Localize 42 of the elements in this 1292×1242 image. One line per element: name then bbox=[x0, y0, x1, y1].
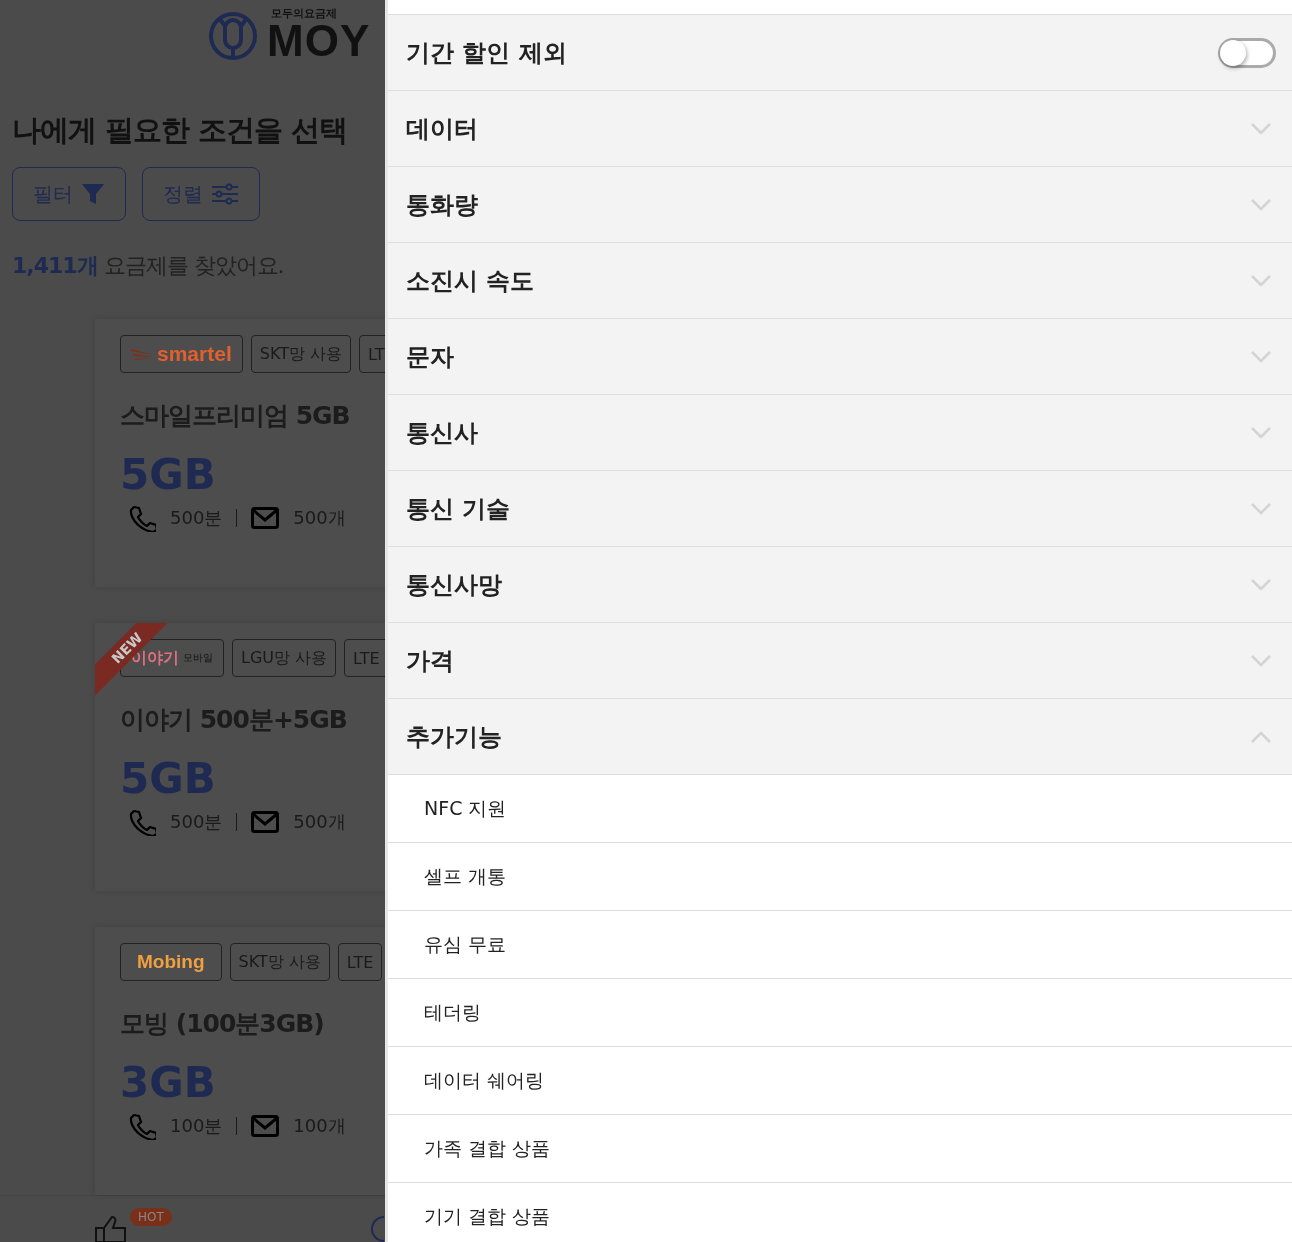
filter-section[interactable]: 통신사망 bbox=[388, 547, 1292, 623]
chevron-down-icon bbox=[1250, 197, 1272, 212]
filter-section[interactable]: 가격 bbox=[388, 623, 1292, 699]
chevron-down-icon bbox=[1250, 653, 1272, 668]
logo-wordmark: MOY bbox=[267, 19, 371, 63]
chevron-down-icon bbox=[1250, 349, 1272, 364]
option-item[interactable]: 데이터 쉐어링 bbox=[388, 1047, 1292, 1115]
filter-section[interactable]: 소진시 속도 bbox=[388, 243, 1292, 319]
mail-icon bbox=[251, 811, 280, 834]
filter-section[interactable]: 통신 기술 bbox=[388, 471, 1292, 547]
filter-section[interactable]: 문자 bbox=[388, 319, 1292, 395]
option-item[interactable]: 테더링 bbox=[388, 979, 1292, 1047]
chevron-down-icon bbox=[1250, 273, 1272, 288]
filter-section[interactable]: 데이터 bbox=[388, 91, 1292, 167]
option-item[interactable]: 가족 결합 상품 bbox=[388, 1115, 1292, 1183]
chevron-up-icon bbox=[1250, 729, 1272, 744]
hot-badge: HOT bbox=[130, 1208, 172, 1226]
option-item[interactable]: 유심 무료 bbox=[388, 911, 1292, 979]
carrier-logo: Mobing bbox=[120, 943, 222, 981]
phone-icon bbox=[128, 504, 156, 533]
filter-icon bbox=[81, 182, 105, 206]
chevron-down-icon bbox=[1250, 577, 1272, 592]
chevron-down-icon bbox=[1250, 425, 1272, 440]
mail-icon bbox=[251, 1115, 280, 1138]
toggle-label: 기간 할인 제외 bbox=[406, 37, 567, 69]
chevron-down-icon bbox=[1250, 121, 1272, 136]
filter-section[interactable]: 통신사 bbox=[388, 395, 1292, 471]
page-heading: 나에게 필요한 조건을 선택 bbox=[12, 112, 349, 149]
option-item[interactable]: 셀프 개통 bbox=[388, 843, 1292, 911]
option-item[interactable]: 기기 결합 상품 bbox=[388, 1183, 1292, 1242]
logo-icon bbox=[207, 9, 259, 62]
mail-icon bbox=[251, 507, 280, 530]
toggle-switch[interactable] bbox=[1218, 37, 1276, 68]
logo-tagline: 모두의요금제 bbox=[271, 8, 338, 19]
wing-icon bbox=[131, 347, 153, 361]
filter-section[interactable]: 통화량 bbox=[388, 167, 1292, 243]
phone-icon bbox=[128, 1112, 156, 1141]
phone-icon bbox=[128, 808, 156, 837]
chevron-down-icon bbox=[1250, 501, 1272, 516]
carrier-logo: smartel bbox=[120, 335, 243, 373]
option-item[interactable]: NFC 지원 bbox=[388, 775, 1292, 843]
sliders-icon bbox=[211, 183, 239, 205]
